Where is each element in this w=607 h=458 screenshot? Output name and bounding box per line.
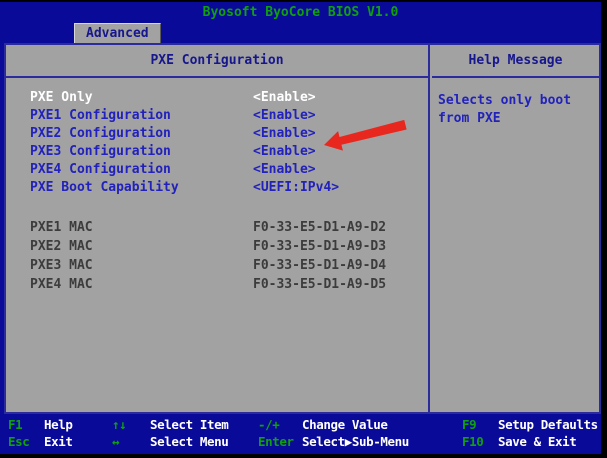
hotkey-row: Esc Exit ↔ Select Menu Enter Select▶Sub-…: [0, 434, 601, 450]
mac-value: F0-33-E5-D1-A9-D2: [253, 220, 386, 235]
key-f10: F10: [462, 434, 483, 449]
key-updown-icon: ↑↓: [112, 417, 126, 432]
key-leftright-label: Select Menu: [150, 434, 228, 449]
key-plusminus: -/+: [258, 417, 279, 432]
key-updown-label: Select Item: [150, 417, 228, 432]
setting-label: PXE3 Configuration: [30, 144, 171, 159]
help-text: Selects only boot from PXE: [432, 78, 592, 128]
setting-row-pxe-only[interactable]: PXE Only <Enable>: [6, 90, 428, 108]
hotkey-row: F1 Help ↑↓ Select Item -/+ Change Value …: [0, 417, 601, 433]
key-f1: F1: [8, 417, 22, 432]
key-leftright-icon: ↔: [112, 434, 119, 449]
setting-value: <Enable>: [253, 90, 316, 105]
setting-value: <Enable>: [253, 126, 316, 141]
key-f10-label: Save & Exit: [498, 434, 576, 449]
hotkey-bar: F1 Help ↑↓ Select Item -/+ Change Value …: [0, 414, 601, 454]
settings-column: PXE Configuration PXE Only <Enable> PXE1…: [6, 45, 430, 412]
setting-value: <Enable>: [253, 144, 316, 159]
mac-row-pxe4: PXE4 MAC F0-33-E5-D1-A9-D5: [6, 277, 428, 296]
setting-row-pxe-boot-capability[interactable]: PXE Boot Capability <UEFI:IPv4>: [6, 180, 428, 198]
mac-label: PXE1 MAC: [30, 220, 93, 235]
mac-row-pxe3: PXE3 MAC F0-33-E5-D1-A9-D4: [6, 258, 428, 277]
mac-label: PXE3 MAC: [30, 258, 93, 273]
mac-address-list: PXE1 MAC F0-33-E5-D1-A9-D2 PXE2 MAC F0-3…: [6, 220, 428, 296]
help-title: Help Message: [432, 45, 599, 78]
setting-value: <Enable>: [253, 108, 316, 123]
key-enter: Enter: [258, 434, 294, 449]
setting-row-pxe4-config[interactable]: PXE4 Configuration <Enable>: [6, 162, 428, 180]
key-enter-label: Select▶Sub-Menu: [302, 434, 409, 449]
key-f1-label: Help: [44, 417, 73, 432]
mac-row-pxe2: PXE2 MAC F0-33-E5-D1-A9-D3: [6, 239, 428, 258]
settings-panel: PXE Configuration PXE Only <Enable> PXE1…: [4, 43, 601, 414]
key-f9: F9: [462, 417, 476, 432]
mac-value: F0-33-E5-D1-A9-D3: [253, 239, 386, 254]
mac-row-pxe1: PXE1 MAC F0-33-E5-D1-A9-D2: [6, 220, 428, 239]
setting-label: PXE4 Configuration: [30, 162, 171, 177]
key-f9-label: Setup Defaults: [498, 417, 598, 432]
mac-label: PXE4 MAC: [30, 277, 93, 292]
bios-title: Byosoft ByoCore BIOS V1.0: [0, 5, 601, 20]
setting-label: PXE1 Configuration: [30, 108, 171, 123]
setting-label: PXE Only: [30, 90, 93, 105]
mac-value: F0-33-E5-D1-A9-D5: [253, 277, 386, 292]
bios-screen: Byosoft ByoCore BIOS V1.0 Advanced PXE C…: [0, 2, 601, 454]
key-esc: Esc: [8, 434, 29, 449]
setting-label: PXE Boot Capability: [30, 180, 179, 195]
key-plusminus-label: Change Value: [302, 417, 388, 432]
tab-advanced[interactable]: Advanced: [74, 23, 161, 43]
setting-value: <UEFI:IPv4>: [253, 180, 339, 195]
section-title: PXE Configuration: [6, 45, 428, 78]
setting-label: PXE2 Configuration: [30, 126, 171, 141]
mac-label: PXE2 MAC: [30, 239, 93, 254]
settings-list: PXE Only <Enable> PXE1 Configuration <En…: [6, 78, 428, 296]
key-esc-label: Exit: [44, 434, 73, 449]
setting-value: <Enable>: [253, 162, 316, 177]
help-panel: Help Message Selects only boot from PXE: [432, 45, 599, 412]
mac-value: F0-33-E5-D1-A9-D4: [253, 258, 386, 273]
